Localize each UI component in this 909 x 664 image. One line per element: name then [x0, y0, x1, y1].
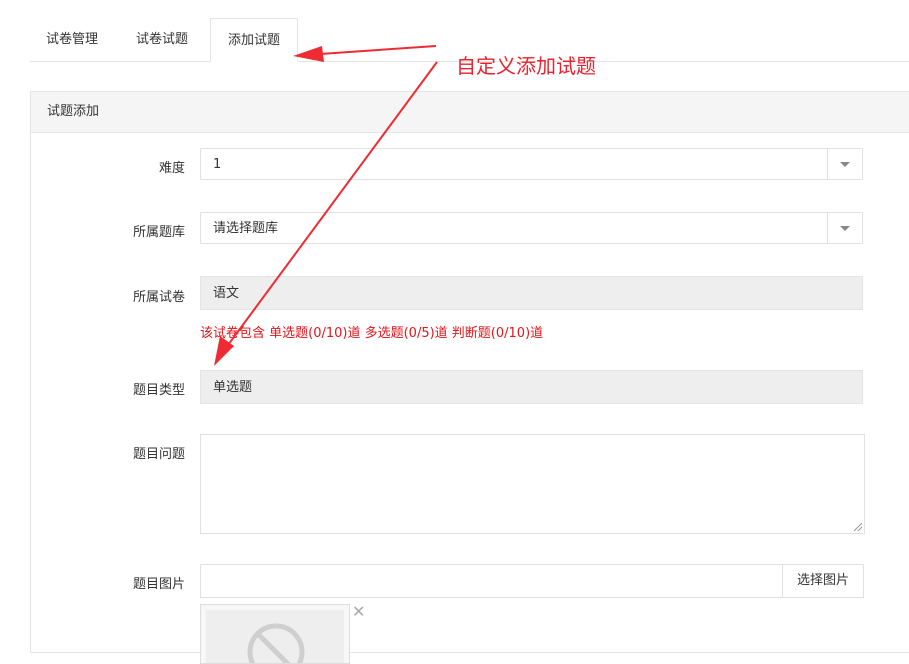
- bank-value: 请选择题库: [213, 221, 279, 236]
- type-value: 单选题: [213, 380, 253, 395]
- type-label: 题目类型: [132, 383, 185, 398]
- choose-image-button[interactable]: 选择图片: [782, 564, 864, 598]
- panel-title: 试题添加: [31, 92, 909, 133]
- image-preview: [200, 604, 350, 664]
- question-textarea[interactable]: [200, 434, 865, 534]
- paper-question-count-hint: 该试卷包含 单选题(0/10)道 多选题(0/5)道 判断题(0/10)道: [200, 326, 544, 341]
- chevron-down-icon: [840, 162, 850, 167]
- difficulty-label: 难度: [158, 161, 185, 176]
- tab-paper-questions[interactable]: 试卷试题: [136, 18, 188, 60]
- tab-paper-management[interactable]: 试卷管理: [46, 18, 98, 60]
- bank-label: 所属题库: [132, 225, 185, 240]
- image-label: 题目图片: [132, 577, 185, 592]
- no-image-icon: [247, 623, 305, 663]
- image-placeholder: [206, 610, 344, 663]
- difficulty-value: 1: [213, 157, 222, 172]
- difficulty-select[interactable]: 1: [200, 148, 863, 180]
- chevron-down-icon: [840, 226, 850, 231]
- bank-select[interactable]: 请选择题库: [200, 212, 863, 244]
- paper-value: 语文: [213, 286, 240, 301]
- remove-image-icon[interactable]: ✕: [352, 604, 365, 620]
- tab-add-question[interactable]: 添加试题: [210, 18, 298, 62]
- type-field: 单选题: [200, 370, 863, 404]
- paper-field: 语文: [200, 276, 863, 310]
- image-path-input[interactable]: [200, 564, 783, 598]
- difficulty-dropdown-toggle[interactable]: [827, 149, 862, 179]
- annotation-text: 自定义添加试题: [456, 54, 596, 78]
- question-label: 题目问题: [132, 447, 185, 462]
- resize-handle-icon[interactable]: [854, 523, 862, 531]
- paper-label: 所属试卷: [132, 290, 185, 305]
- bank-dropdown-toggle[interactable]: [827, 213, 862, 243]
